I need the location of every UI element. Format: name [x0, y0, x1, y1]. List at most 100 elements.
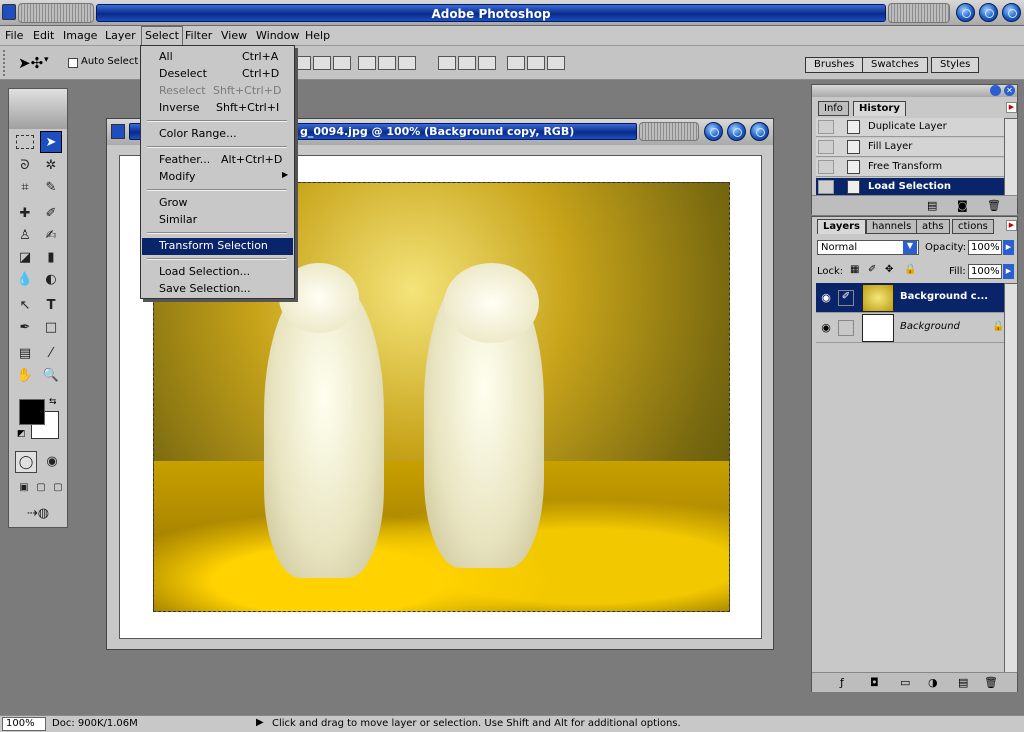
- menu-image[interactable]: Image: [63, 29, 97, 42]
- opacity-input[interactable]: 100%: [968, 240, 1002, 255]
- menu-item-inverse[interactable]: Inverse Shft+Ctrl+I: [142, 100, 293, 117]
- panel-grip[interactable]: ✕: [812, 85, 1017, 97]
- visibility-eye-icon[interactable]: ◉: [818, 320, 834, 336]
- menu-file[interactable]: File: [5, 29, 23, 42]
- history-scrollbar[interactable]: [1004, 118, 1018, 198]
- history-source-checkbox[interactable]: [818, 120, 834, 134]
- menu-select[interactable]: Select: [141, 26, 183, 46]
- menu-item-deselect[interactable]: Deselect Ctrl+D: [142, 66, 293, 83]
- distribute-top-icon[interactable]: [438, 56, 456, 70]
- tab-layers[interactable]: Layers: [817, 219, 866, 234]
- dodge-tool-icon[interactable]: ◐: [40, 269, 62, 291]
- new-set-icon[interactable]: ▭: [900, 676, 910, 689]
- doc-maximize-button[interactable]: [727, 122, 746, 141]
- default-colors-icon[interactable]: ◩: [17, 429, 26, 439]
- tab-info[interactable]: Info: [818, 101, 849, 116]
- notes-tool-icon[interactable]: ▤: [14, 343, 36, 365]
- document-icon[interactable]: [111, 124, 125, 139]
- layer-thumbnail[interactable]: [862, 284, 894, 312]
- menu-item-feather[interactable]: Feather... Alt+Ctrl+D: [142, 152, 293, 169]
- brush-tool-icon[interactable]: ✐: [40, 203, 62, 225]
- adjustment-layer-icon[interactable]: ◑: [928, 676, 938, 689]
- auto-select-checkbox[interactable]: [68, 58, 78, 68]
- doc-close-button[interactable]: [750, 122, 769, 141]
- align-left-icon[interactable]: [358, 56, 376, 70]
- align-vcenter-icon[interactable]: [313, 56, 331, 70]
- gradient-tool-icon[interactable]: ▮: [40, 247, 62, 269]
- distribute-right-icon[interactable]: [547, 56, 565, 70]
- history-source-checkbox[interactable]: [818, 140, 834, 154]
- menu-item-color-range[interactable]: Color Range...: [142, 126, 293, 143]
- blend-mode-select[interactable]: Normal ▼: [817, 240, 919, 255]
- history-item[interactable]: Fill Layer: [816, 138, 1004, 157]
- layers-scrollbar[interactable]: [1004, 283, 1018, 673]
- tab-channels[interactable]: hannels: [866, 219, 918, 234]
- layer-row-background-copy[interactable]: ◉ ✐ Background c...: [816, 283, 1004, 313]
- magic-wand-tool-icon[interactable]: ✲: [40, 155, 62, 177]
- new-snapshot-icon[interactable]: ◙: [957, 199, 968, 212]
- photoshop-app-icon[interactable]: [2, 4, 16, 20]
- menu-item-save-selection[interactable]: Save Selection...: [142, 281, 293, 298]
- align-right-icon[interactable]: [398, 56, 416, 70]
- path-selection-tool-icon[interactable]: ↖: [14, 295, 36, 317]
- well-tab-swatches[interactable]: Swatches: [862, 57, 928, 73]
- distribute-left-icon[interactable]: [507, 56, 525, 70]
- swap-colors-icon[interactable]: ⇆: [49, 397, 57, 407]
- visibility-eye-icon[interactable]: ◉: [818, 290, 834, 306]
- opacity-slider-arrow-icon[interactable]: ▶: [1003, 240, 1014, 255]
- history-item[interactable]: Free Transform: [816, 158, 1004, 177]
- menu-item-grow[interactable]: Grow: [142, 195, 293, 212]
- distribute-hcenter-icon[interactable]: [527, 56, 545, 70]
- tool-preset-dropdown-icon[interactable]: ▾: [44, 55, 49, 65]
- lasso-tool-icon[interactable]: ᘐ: [14, 155, 36, 177]
- menu-item-modify[interactable]: Modify ▶: [142, 169, 293, 186]
- type-tool-icon[interactable]: T: [40, 295, 62, 317]
- menu-item-transform-selection[interactable]: Transform Selection: [142, 238, 293, 255]
- panel-menu-arrow-icon[interactable]: ▶: [1006, 102, 1017, 113]
- minimize-button[interactable]: [956, 3, 975, 22]
- menu-filter[interactable]: Filter: [185, 29, 212, 42]
- eraser-tool-icon[interactable]: ◪: [14, 247, 36, 269]
- slice-tool-icon[interactable]: ✎: [40, 177, 62, 199]
- menu-item-similar[interactable]: Similar: [142, 212, 293, 229]
- foreground-color-swatch[interactable]: [19, 399, 45, 425]
- delete-icon[interactable]: 🗑: [987, 199, 1001, 212]
- move-tool-preset-icon[interactable]: ➤✣: [18, 54, 43, 72]
- layer-link-box[interactable]: [838, 320, 854, 336]
- move-tool-icon[interactable]: ➤: [40, 131, 62, 153]
- lock-image-icon[interactable]: ✐: [868, 264, 876, 275]
- lock-position-icon[interactable]: ✥: [885, 264, 893, 275]
- menu-view[interactable]: View: [221, 29, 247, 42]
- marquee-tool-icon[interactable]: [16, 135, 34, 149]
- tab-history[interactable]: History: [853, 101, 906, 116]
- distribute-bottom-icon[interactable]: [478, 56, 496, 70]
- blur-tool-icon[interactable]: 💧: [14, 269, 36, 291]
- lock-all-icon[interactable]: 🔒: [904, 264, 916, 275]
- menu-layer[interactable]: Layer: [105, 29, 136, 42]
- tab-paths[interactable]: aths: [916, 219, 950, 234]
- healing-brush-tool-icon[interactable]: ✚: [14, 203, 36, 225]
- maximize-button[interactable]: [979, 3, 998, 22]
- layer-row-background[interactable]: ◉ Background 🔒: [816, 313, 1004, 343]
- delete-layer-icon[interactable]: 🗑: [984, 676, 998, 689]
- hand-tool-icon[interactable]: ✋: [14, 365, 36, 387]
- menu-item-all[interactable]: All Ctrl+A: [142, 49, 293, 66]
- standard-mode-icon[interactable]: ◯: [15, 451, 37, 473]
- toolbox-header-icon[interactable]: [9, 89, 67, 129]
- new-document-icon[interactable]: ▤: [927, 199, 937, 212]
- align-top-icon[interactable]: [293, 56, 311, 70]
- quick-mask-mode-icon[interactable]: ◉: [41, 451, 63, 473]
- zoom-tool-icon[interactable]: 🔍: [40, 365, 62, 387]
- history-source-checkbox[interactable]: [818, 180, 834, 194]
- clone-stamp-tool-icon[interactable]: ♙: [14, 225, 36, 247]
- jump-to-imageready-icon[interactable]: ⇢◍: [23, 503, 53, 525]
- eyedropper-tool-icon[interactable]: ⁄: [40, 343, 62, 365]
- zoom-field[interactable]: 100%: [2, 717, 46, 731]
- history-source-checkbox[interactable]: [818, 160, 834, 174]
- add-mask-icon[interactable]: ◘: [870, 676, 879, 689]
- fill-slider-arrow-icon[interactable]: ▶: [1003, 264, 1014, 279]
- distribute-vcenter-icon[interactable]: [458, 56, 476, 70]
- menu-edit[interactable]: Edit: [33, 29, 54, 42]
- tab-actions[interactable]: ctions: [952, 219, 994, 234]
- well-tab-brushes[interactable]: Brushes: [805, 57, 864, 73]
